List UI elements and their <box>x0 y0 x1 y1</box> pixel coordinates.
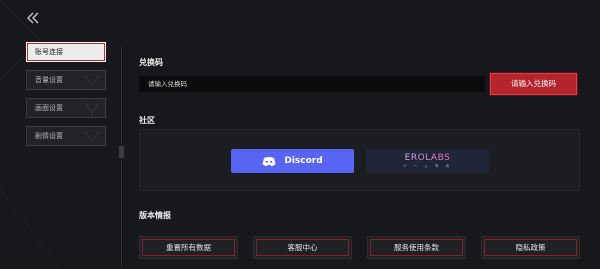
sidebar-item-account[interactable]: 账号连接 <box>26 42 106 62</box>
discord-label: Discord <box>284 156 323 166</box>
double-chevron-left-icon <box>27 12 39 24</box>
back-button[interactable] <box>22 9 44 27</box>
sidebar-item-label: 剧情设置 <box>35 132 63 140</box>
sidebar-deco-icon <box>84 130 100 142</box>
terms-of-service-button[interactable]: 服务使用条款 <box>367 236 466 259</box>
privacy-policy-button[interactable]: 隐私政策 <box>481 236 580 259</box>
settings-sidebar: 账号连接 音量设置 画面设置 剧情设置 <box>26 42 106 154</box>
customer-service-button[interactable]: 客服中心 <box>253 236 352 259</box>
discord-logo-icon <box>262 156 276 166</box>
sidebar-item-volume[interactable]: 音量设置 <box>26 70 106 90</box>
redeem-code-input[interactable]: 请输入兑换码 <box>139 76 485 92</box>
sidebar-deco-icon <box>84 102 100 114</box>
divider-handle <box>119 146 124 158</box>
sidebar-item-story[interactable]: 剧情设置 <box>26 126 106 146</box>
erolabs-logo-subtext: ゲ ー ム 専 用 <box>403 164 452 168</box>
erolabs-logo-text: EROLABS <box>366 153 489 163</box>
sidebar-item-label: 账号连接 <box>35 48 63 56</box>
sidebar-item-label: 画面设置 <box>35 104 63 112</box>
sidebar-deco-icon <box>84 74 100 86</box>
discord-button[interactable]: Discord <box>231 149 354 173</box>
sidebar-item-display[interactable]: 画面设置 <box>26 98 106 118</box>
version-section-title: 版本情报 <box>139 211 171 220</box>
community-section-title: 社区 <box>139 116 155 125</box>
erolabs-button[interactable]: EROLABS ゲ ー ム 専 用 <box>366 149 489 173</box>
reset-data-button[interactable]: 重置所有数据 <box>139 236 238 259</box>
community-panel <box>139 129 580 191</box>
redeem-button[interactable]: 请输入兑换码 <box>490 73 577 95</box>
redeem-section-title: 兑换码 <box>139 58 163 67</box>
sidebar-item-label: 音量设置 <box>35 76 63 84</box>
